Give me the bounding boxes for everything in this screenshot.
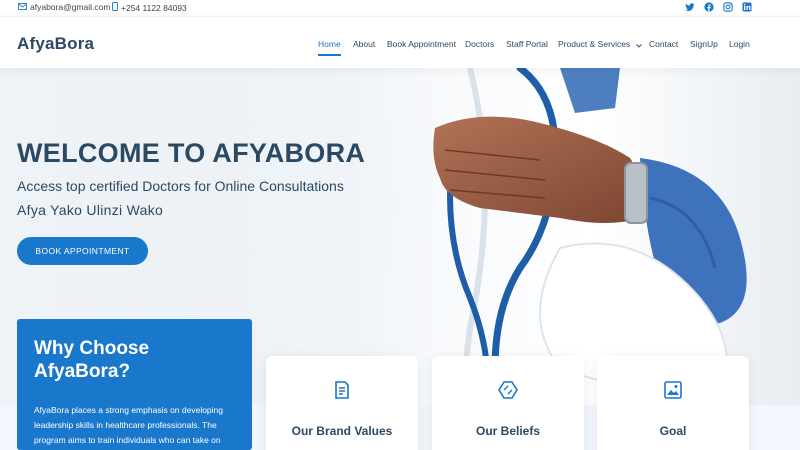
why-choose-box: Why Choose AfyaBora? AfyaBora places a s…: [17, 319, 252, 450]
nav-home[interactable]: Home: [318, 39, 341, 49]
nav-signup[interactable]: SignUp: [690, 39, 718, 49]
hero-section: WELCOME TO AFYABORA Access top certified…: [0, 68, 800, 450]
social-links: [685, 2, 752, 12]
why-choose-text: AfyaBora places a strong emphasis on dev…: [34, 405, 224, 445]
why-choose-title: Why Choose AfyaBora?: [34, 338, 150, 382]
top-bar: afyabora@gmail.com +254 1122 84093: [0, 0, 800, 16]
card-brand-values[interactable]: Our Brand Values: [266, 356, 418, 450]
phone-icon: [112, 2, 118, 13]
facebook-icon[interactable]: [704, 2, 714, 12]
card-title: Goal: [659, 424, 687, 438]
hero-tagline: Afya Yako Ulinzi Wako: [17, 202, 164, 218]
nav-product-services[interactable]: Product & Services: [558, 39, 642, 50]
hexagon-icon: [498, 380, 518, 400]
envelope-icon: [18, 2, 27, 12]
email-text: afyabora@gmail.com: [30, 2, 111, 12]
nav-about[interactable]: About: [353, 39, 375, 49]
card-title: Our Brand Values: [291, 424, 393, 438]
card-title: Our Beliefs: [475, 424, 541, 438]
nav-product-services-label: Product & Services: [558, 39, 631, 49]
nav-book-appointment[interactable]: Book Appointment: [387, 39, 456, 49]
hero-subtitle: Access top certified Doctors for Online …: [17, 178, 344, 194]
nav-active-indicator: [318, 54, 341, 56]
image-icon: [663, 380, 683, 400]
site-header: AfyaBora Home About Book Appointment Doc…: [0, 16, 800, 68]
card-goal[interactable]: Goal: [597, 356, 749, 450]
nav-staff-portal[interactable]: Staff Portal: [506, 39, 548, 49]
nav-contact[interactable]: Contact: [649, 39, 678, 49]
nav-login[interactable]: Login: [729, 39, 750, 49]
site-logo[interactable]: AfyaBora: [17, 34, 94, 54]
chevron-down-icon: [635, 40, 642, 50]
linkedin-icon[interactable]: [742, 2, 752, 12]
twitter-icon[interactable]: [685, 2, 695, 12]
phone-contact[interactable]: +254 1122 84093: [112, 2, 187, 13]
nav-doctors[interactable]: Doctors: [465, 39, 494, 49]
instagram-icon[interactable]: [723, 2, 733, 12]
book-appointment-button[interactable]: BOOK APPOINTMENT: [17, 237, 148, 265]
phone-text: +254 1122 84093: [121, 2, 187, 13]
hero-title: WELCOME TO AFYABORA: [17, 138, 366, 168]
email-contact[interactable]: afyabora@gmail.com: [18, 2, 110, 12]
card-beliefs[interactable]: Our Beliefs: [432, 356, 584, 450]
document-icon: [332, 380, 352, 400]
